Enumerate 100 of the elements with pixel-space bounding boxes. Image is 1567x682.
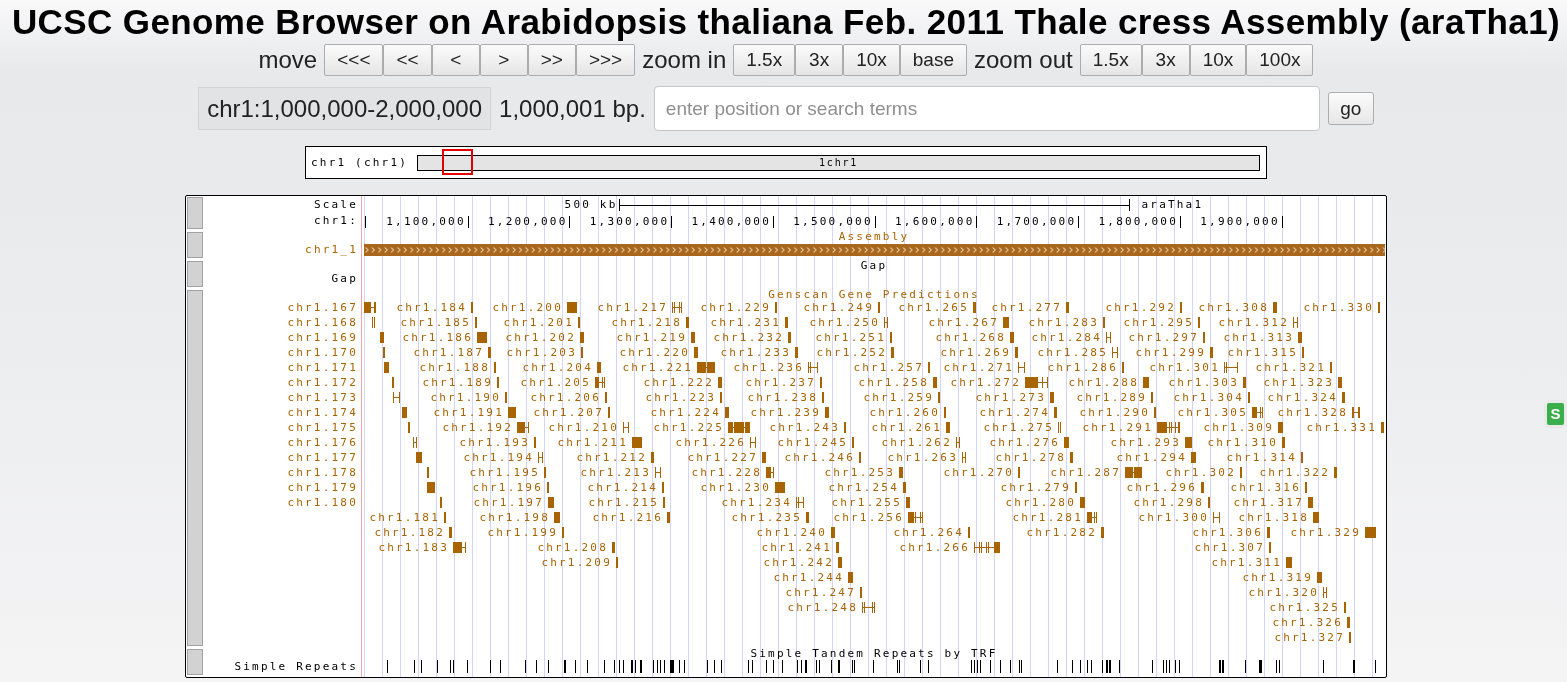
gene-label: chr1.185 bbox=[400, 315, 471, 330]
go-button[interactable]: go bbox=[1327, 92, 1374, 125]
gene-label: chr1.316 bbox=[1230, 480, 1301, 495]
gene-model-icon[interactable] bbox=[1112, 347, 1118, 358]
zoom-in-button[interactable]: 1.5x bbox=[733, 44, 796, 76]
gene-label: chr1.320 bbox=[1248, 585, 1319, 600]
gene-model-icon[interactable] bbox=[1352, 407, 1360, 418]
move-button[interactable]: < bbox=[431, 44, 480, 76]
track-handle-button[interactable] bbox=[187, 261, 203, 287]
gene-model-icon[interactable] bbox=[908, 512, 923, 523]
gene-label: chr1.317 bbox=[1233, 495, 1304, 510]
gene-model-icon[interactable] bbox=[372, 317, 375, 328]
gene-label: chr1.304 bbox=[1173, 390, 1244, 405]
gene-label: chr1.194 bbox=[463, 450, 534, 465]
track-handle-button[interactable] bbox=[187, 232, 203, 258]
gene-model-icon[interactable] bbox=[796, 497, 804, 508]
gene-model-icon[interactable] bbox=[595, 377, 605, 388]
gene-model-icon[interactable] bbox=[766, 467, 774, 478]
move-label: move bbox=[258, 46, 318, 74]
gene-label: chr1.177 bbox=[287, 450, 358, 465]
gene-model-icon[interactable] bbox=[623, 422, 629, 433]
gene-model-icon[interactable] bbox=[1323, 587, 1327, 598]
gene-label: chr1.244 bbox=[773, 570, 844, 585]
gene-model-icon[interactable] bbox=[1252, 407, 1263, 418]
search-field[interactable]: enter position or search terms bbox=[653, 86, 1320, 131]
gene-label: chr1.265 bbox=[898, 300, 969, 315]
zoom-in-button[interactable]: base bbox=[899, 44, 967, 76]
gene-model-icon[interactable] bbox=[1293, 317, 1298, 328]
ruler-tick-label: 1,500,000 bbox=[793, 216, 876, 228]
gene-model-icon[interactable] bbox=[974, 542, 1000, 553]
gene-label: chr1.315 bbox=[1227, 345, 1298, 360]
gene-model-icon[interactable] bbox=[1224, 362, 1238, 373]
gene-model-icon[interactable] bbox=[1213, 512, 1220, 523]
move-button[interactable]: >>> bbox=[575, 44, 636, 76]
gene-model-icon[interactable] bbox=[956, 437, 960, 448]
gene-model-icon[interactable] bbox=[1058, 422, 1061, 433]
zoom-out-button[interactable]: 100x bbox=[1246, 44, 1314, 76]
gene-label: chr1.209 bbox=[541, 555, 612, 570]
track-handle-button[interactable] bbox=[187, 649, 203, 675]
zoom-in-button[interactable]: 3x bbox=[795, 44, 844, 76]
ruler-label: chr1: bbox=[313, 215, 358, 227]
gene-model-icon[interactable] bbox=[517, 422, 529, 433]
gene-label: chr1.211 bbox=[557, 435, 628, 450]
gene-label: chr1.196 bbox=[472, 480, 543, 495]
gene-model-icon[interactable] bbox=[655, 467, 661, 478]
gene-label: chr1.269 bbox=[940, 345, 1011, 360]
chromosome-name-label: chr1 (chr1) bbox=[311, 155, 409, 170]
gene-label: chr1.260 bbox=[869, 405, 940, 420]
gene-model-icon[interactable] bbox=[672, 302, 682, 313]
gene-label: chr1.235 bbox=[731, 510, 802, 525]
gene-model-icon[interactable] bbox=[1018, 362, 1025, 373]
gene-model-icon[interactable] bbox=[364, 302, 376, 313]
gene-model-icon[interactable] bbox=[1025, 377, 1048, 388]
gene-label: chr1.220 bbox=[619, 345, 690, 360]
gene-label: chr1.264 bbox=[893, 525, 964, 540]
gene-model-icon[interactable] bbox=[393, 392, 400, 403]
gene-model-icon[interactable] bbox=[453, 542, 466, 553]
gene-model-icon[interactable] bbox=[538, 452, 543, 463]
gene-label: chr1.234 bbox=[721, 495, 792, 510]
gene-model-icon[interactable] bbox=[1087, 512, 1097, 523]
gene-model-icon[interactable] bbox=[413, 437, 417, 448]
gene-model-icon[interactable] bbox=[884, 317, 888, 328]
gene-model-icon[interactable] bbox=[750, 437, 756, 448]
zoom-in-button[interactable]: 10x bbox=[843, 44, 900, 76]
track-handle-button[interactable] bbox=[187, 290, 203, 646]
assembly-name-label: araTha1 bbox=[1141, 199, 1204, 211]
move-button[interactable]: >> bbox=[527, 44, 576, 76]
gene-label: chr1.272 bbox=[950, 375, 1021, 390]
gene-model-icon[interactable] bbox=[862, 602, 875, 613]
gene-label: chr1.241 bbox=[761, 540, 832, 555]
gene-label: chr1.294 bbox=[1116, 450, 1187, 465]
zoom-out-button[interactable]: 1.5x bbox=[1079, 44, 1142, 76]
gene-model-icon[interactable] bbox=[1106, 332, 1111, 343]
gene-model-icon[interactable] bbox=[728, 422, 750, 433]
move-button[interactable]: <<< bbox=[324, 44, 384, 76]
gene-label: chr1.282 bbox=[1026, 525, 1097, 540]
gene-label: chr1.318 bbox=[1238, 510, 1309, 525]
gene-model-icon[interactable] bbox=[962, 452, 966, 463]
gene-label: chr1.295 bbox=[1123, 315, 1194, 330]
gene-label: chr1.225 bbox=[653, 420, 724, 435]
gene-label: chr1.239 bbox=[750, 405, 821, 420]
move-button[interactable]: > bbox=[479, 44, 528, 76]
gene-model-icon[interactable] bbox=[808, 362, 818, 373]
ruler-tick-label: 1,900,000 bbox=[1200, 216, 1283, 228]
track-handle-button[interactable] bbox=[187, 197, 203, 229]
gene-label: chr1.227 bbox=[687, 450, 758, 465]
chromosome-bar[interactable]: 1chr1 bbox=[417, 154, 1261, 171]
assembly-bar[interactable] bbox=[364, 244, 1385, 256]
gene-label: chr1.312 bbox=[1218, 315, 1289, 330]
zoom-out-button[interactable]: 10x bbox=[1189, 44, 1247, 76]
gene-label: chr1.224 bbox=[650, 405, 721, 420]
gene-label: chr1.237 bbox=[745, 375, 816, 390]
gene-label: chr1.188 bbox=[419, 360, 490, 375]
gene-model-icon[interactable] bbox=[697, 362, 715, 373]
zoom-out-button[interactable]: 3x bbox=[1141, 44, 1190, 76]
move-button[interactable]: << bbox=[383, 44, 432, 76]
gene-model-icon[interactable] bbox=[1157, 422, 1180, 433]
gene-label: chr1.171 bbox=[287, 360, 358, 375]
gene-model-icon[interactable] bbox=[1125, 467, 1142, 478]
scale-length-label: 500 kb bbox=[564, 199, 618, 211]
